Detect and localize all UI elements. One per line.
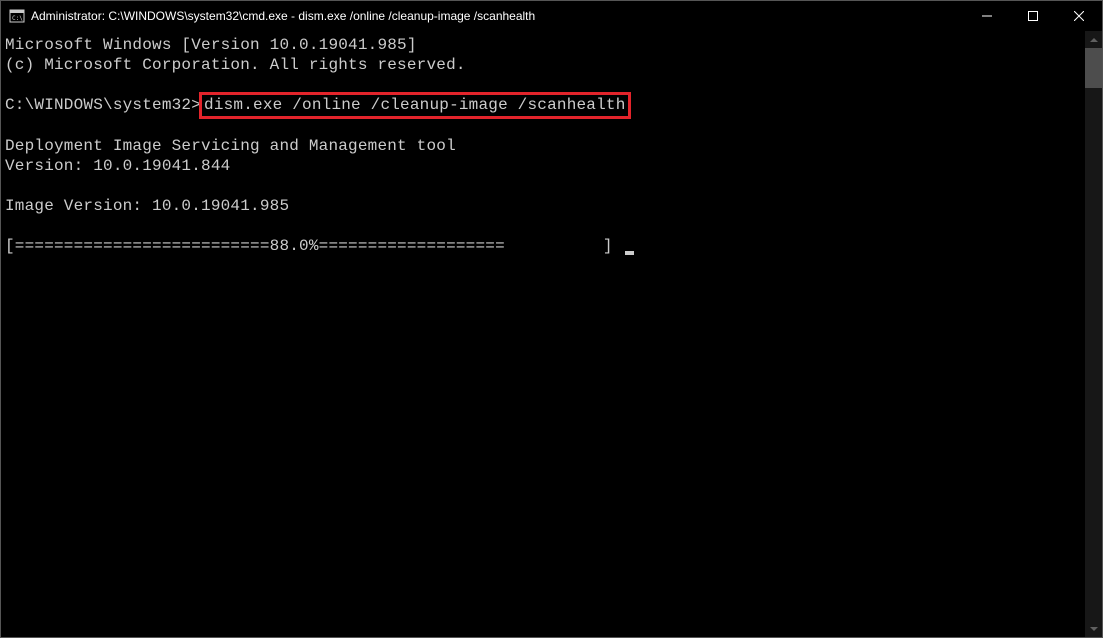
output-line: Image Version: 10.0.19041.985 — [5, 197, 289, 215]
cmd-icon: C:\ — [9, 8, 25, 24]
output-line: (c) Microsoft Corporation. All rights re… — [5, 56, 466, 74]
prompt: C:\WINDOWS\system32> — [5, 96, 201, 114]
window-controls — [964, 1, 1102, 31]
maximize-button[interactable] — [1010, 1, 1056, 31]
scroll-thumb[interactable] — [1085, 48, 1102, 88]
command-highlight: dism.exe /online /cleanup-image /scanhea… — [199, 92, 630, 119]
command-text: dism.exe /online /cleanup-image /scanhea… — [204, 96, 625, 114]
cmd-window: C:\ Administrator: C:\WINDOWS\system32\c… — [0, 0, 1103, 638]
titlebar[interactable]: C:\ Administrator: C:\WINDOWS\system32\c… — [1, 1, 1102, 31]
progress-bar: [==========================88.0%========… — [5, 237, 623, 255]
output-line: Version: 10.0.19041.844 — [5, 157, 230, 175]
vertical-scrollbar[interactable] — [1085, 31, 1102, 637]
cursor — [625, 251, 634, 255]
window-title: Administrator: C:\WINDOWS\system32\cmd.e… — [31, 9, 964, 23]
terminal-body: Microsoft Windows [Version 10.0.19041.98… — [1, 31, 1102, 637]
close-button[interactable] — [1056, 1, 1102, 31]
output-line: Microsoft Windows [Version 10.0.19041.98… — [5, 36, 417, 54]
terminal-output[interactable]: Microsoft Windows [Version 10.0.19041.98… — [1, 31, 1085, 637]
scroll-up-icon[interactable] — [1085, 31, 1102, 48]
output-line: Deployment Image Servicing and Managemen… — [5, 137, 456, 155]
scroll-down-icon[interactable] — [1085, 620, 1102, 637]
svg-text:C:\: C:\ — [12, 15, 23, 22]
minimize-button[interactable] — [964, 1, 1010, 31]
